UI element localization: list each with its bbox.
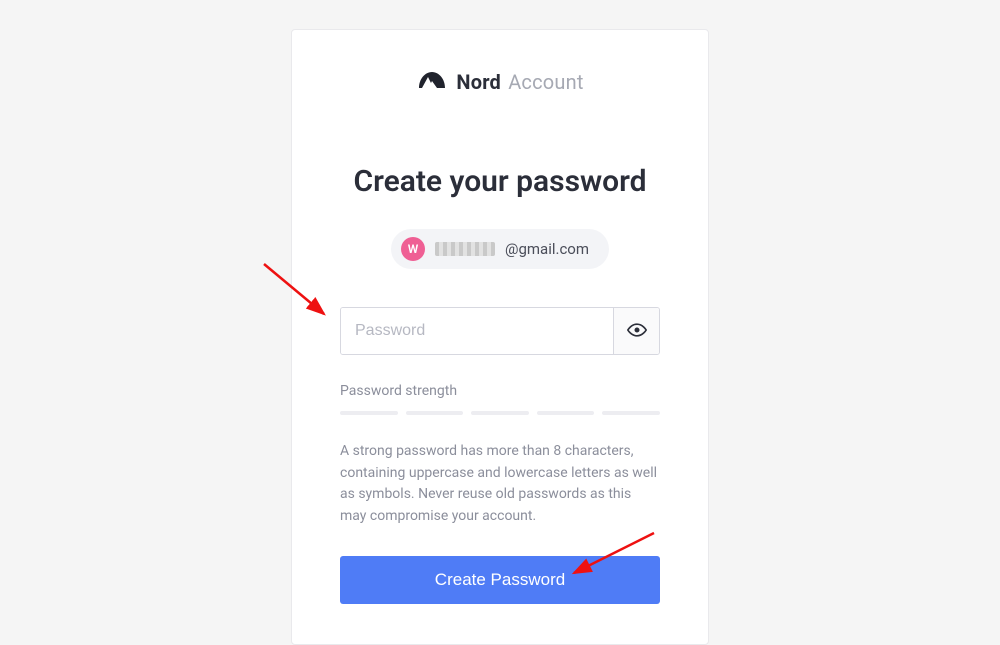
email-local-blurred	[435, 242, 495, 256]
nord-logo-icon	[416, 66, 448, 98]
create-password-button[interactable]: Create Password	[340, 556, 660, 604]
email-domain: @gmail.com	[505, 240, 589, 258]
password-input[interactable]	[341, 308, 613, 354]
strength-label: Password strength	[340, 383, 660, 399]
brand-nord: Nord	[456, 70, 501, 94]
password-hint: A strong password has more than 8 charac…	[340, 441, 660, 528]
strength-bar	[471, 411, 529, 415]
brand-account: Account	[508, 70, 583, 94]
strength-bar	[340, 411, 398, 415]
strength-bar	[602, 411, 660, 415]
toggle-password-visibility-button[interactable]	[613, 308, 659, 354]
brand-text: Nord Account	[456, 70, 583, 94]
avatar: W	[401, 237, 425, 261]
strength-bar	[537, 411, 595, 415]
brand-header: Nord Account	[340, 66, 660, 98]
email-pill[interactable]: W @gmail.com	[391, 229, 609, 269]
create-password-card: Nord Account Create your password W @gma…	[291, 29, 709, 645]
page-title: Create your password	[340, 164, 660, 199]
strength-meter	[340, 411, 660, 415]
eye-icon	[627, 320, 647, 343]
password-field-wrap	[340, 307, 660, 355]
strength-bar	[406, 411, 464, 415]
